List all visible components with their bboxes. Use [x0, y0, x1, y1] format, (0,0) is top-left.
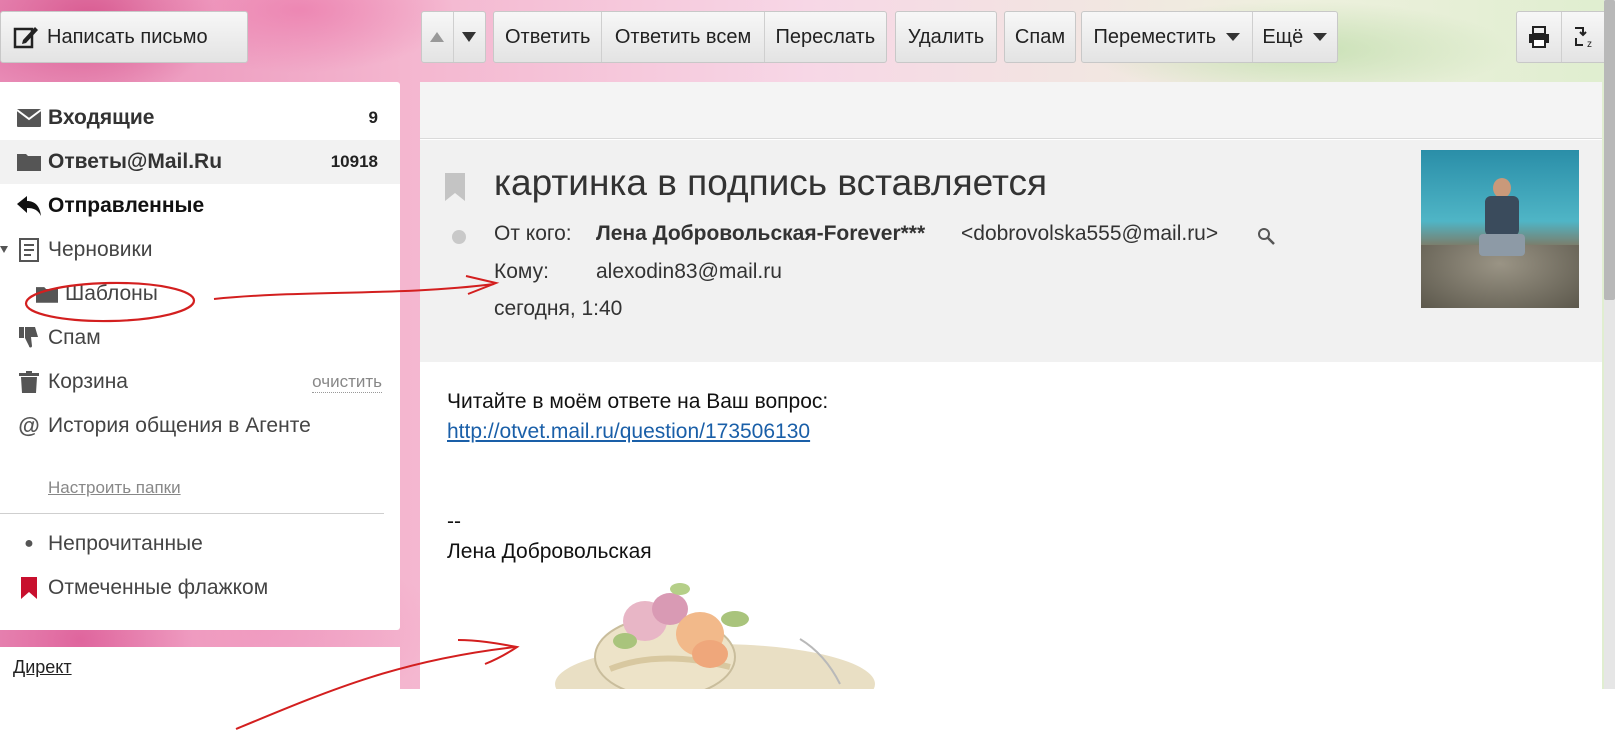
sender-name[interactable]: Лена Добровольская-Forever*** [596, 222, 925, 246]
forward-button[interactable]: Переслать [765, 12, 886, 62]
chevron-down-icon [1313, 33, 1328, 41]
spam-button[interactable]: Спам [1004, 11, 1076, 63]
arrow-up-icon [430, 32, 445, 42]
signature-name: Лена Добровольская [447, 540, 652, 563]
trash-icon [19, 371, 39, 393]
more-label: Ещё [1262, 25, 1304, 48]
configure-folders-link[interactable]: Настроить папки [48, 478, 181, 498]
read-status-dot-icon[interactable] [452, 230, 466, 244]
sidebar-item-flagged[interactable]: Отмеченные флажком [0, 566, 400, 610]
sidebar-item-sent[interactable]: Отправленные [0, 184, 400, 228]
direct-link[interactable]: Директ [13, 657, 72, 678]
sidebar-item-trash[interactable]: Корзина очистить [0, 360, 400, 404]
printer-icon [1529, 26, 1549, 48]
empty-trash-link[interactable]: очистить [312, 372, 382, 393]
question-link[interactable]: http://otvet.mail.ru/question/173506130 [447, 420, 810, 444]
thumbs-down-icon [19, 327, 38, 348]
folder-sidebar: Входящие 9 Ответы@Mail.Ru 10918 Отправле… [0, 82, 400, 630]
prev-message-button[interactable] [422, 12, 454, 62]
sidebar-item-unread[interactable]: ● Непрочитанные [0, 522, 400, 566]
print-button[interactable] [1517, 12, 1563, 62]
sidebar-item-drafts[interactable]: Черновики [0, 228, 400, 272]
sidebar-item-otvety[interactable]: Ответы@Mail.Ru 10918 [0, 140, 400, 184]
folder-icon [36, 287, 58, 303]
sidebar-item-label: Черновики [48, 238, 153, 261]
search-icon[interactable] [1257, 227, 1275, 245]
draft-icon [19, 238, 39, 262]
sidebar-item-label: Входящие [48, 106, 155, 129]
message-body-line: Читайте в моём ответе на Ваш вопрос: [447, 390, 829, 413]
recipient-email[interactable]: alexodin83@mail.ru [596, 260, 782, 284]
sidebar-item-templates[interactable]: Шаблоны [0, 272, 400, 316]
message-view: картинка в подпись вставляется От кого: … [420, 82, 1602, 689]
move-label: Переместить [1093, 25, 1217, 48]
dot-icon: ● [24, 535, 34, 552]
unread-count-badge: 10918 [330, 152, 378, 171]
message-header: картинка в подпись вставляется От кого: … [420, 140, 1602, 362]
compose-label: Написать письмо [47, 25, 208, 48]
sidebar-item-label: История общения в Агенте [48, 414, 311, 437]
sidebar-item-label: Отмеченные флажком [48, 576, 269, 599]
signature-separator: -- [447, 510, 461, 533]
message-date: сегодня, 1:40 [494, 297, 623, 320]
sender-email[interactable]: <dobrovolska555@mail.ru> [961, 222, 1218, 246]
unread-count-badge: 9 [368, 108, 378, 127]
from-label: От кого: [494, 222, 572, 245]
sidebar-item-agent-history[interactable]: @ История общения в Агенте [0, 404, 400, 448]
bookmark-icon[interactable] [445, 173, 465, 201]
sidebar-item-label: Непрочитанные [48, 532, 203, 555]
sidebar-item-label: Шаблоны [65, 282, 158, 305]
sidebar-item-spam[interactable]: Спам [0, 316, 400, 360]
chevron-down-icon [1226, 33, 1241, 41]
translit-button[interactable]: z [1562, 12, 1607, 62]
sidebar-divider [0, 513, 384, 514]
delete-button[interactable]: Удалить [895, 11, 997, 63]
folder-icon [17, 154, 41, 171]
direct-panel: Директ [0, 647, 400, 689]
next-message-button[interactable] [454, 12, 485, 62]
move-more-group: Переместить Ещё [1081, 11, 1338, 63]
sender-avatar [1421, 150, 1579, 308]
more-dropdown[interactable]: Ещё [1253, 12, 1337, 62]
reply-actions: Ответить Ответить всем Переслать [493, 11, 887, 63]
svg-text:z: z [1587, 39, 1592, 50]
sidebar-item-label: Отправленные [48, 194, 205, 217]
sidebar-item-label: Ответы@Mail.Ru [48, 150, 223, 173]
compose-button[interactable]: Написать письмо [0, 11, 248, 63]
scrollbar-thumb[interactable] [1604, 0, 1615, 300]
message-subject: картинка в подпись вставляется [494, 162, 1048, 203]
reply-all-button[interactable]: Ответить всем [602, 12, 765, 62]
arrow-down-icon [462, 32, 477, 42]
sidebar-item-label: Корзина [48, 370, 128, 393]
navigation-arrows [421, 11, 486, 63]
envelope-icon [16, 109, 42, 127]
message-top-bar [420, 82, 1602, 139]
at-icon: @ [18, 413, 40, 438]
compose-icon [13, 27, 38, 49]
to-label: Кому: [494, 260, 549, 283]
move-dropdown[interactable]: Переместить [1082, 12, 1253, 62]
collapse-triangle-icon [0, 246, 8, 253]
flag-icon [21, 577, 37, 599]
reply-button[interactable]: Ответить [494, 12, 603, 62]
translit-icon: z [1574, 27, 1592, 50]
reply-icon [17, 196, 41, 216]
signature-flower-hat-image [555, 583, 875, 689]
sidebar-item-label: Спам [48, 326, 101, 349]
print-translit-group: z [1516, 11, 1608, 63]
sidebar-item-inbox[interactable]: Входящие 9 [0, 96, 400, 140]
